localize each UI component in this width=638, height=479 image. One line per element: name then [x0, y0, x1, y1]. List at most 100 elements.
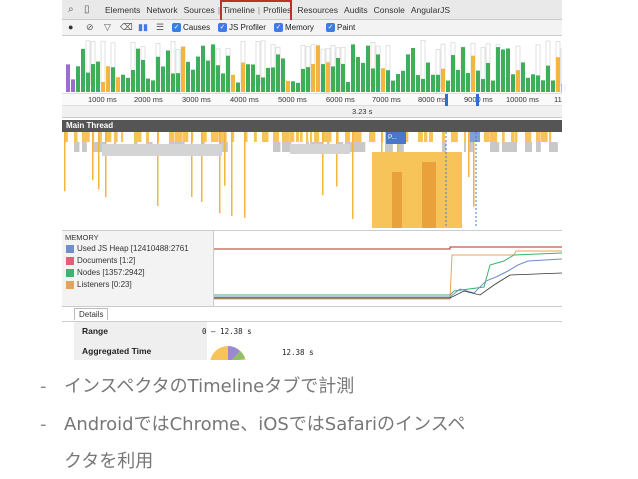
- overview-frame-outline: [420, 39, 426, 85]
- flame-spike: [244, 132, 246, 218]
- flame-block: [490, 142, 500, 152]
- overview-bar: [476, 70, 480, 92]
- flame-block: [183, 132, 189, 142]
- flame-long-task: [422, 162, 436, 228]
- legend-used-js-heap[interactable]: Used JS Heap [12410488:2761: [65, 243, 210, 255]
- memory-lines: [214, 246, 562, 300]
- selection-range-bar[interactable]: 3.23 s: [62, 106, 562, 118]
- aggregated-time-label: Aggregated Time: [82, 346, 152, 356]
- device-mode-icon[interactable]: ▯: [84, 4, 90, 15]
- clear-icon[interactable]: ⊘: [86, 22, 94, 33]
- trash-icon[interactable]: ⌫: [120, 22, 133, 33]
- flame-block: [290, 144, 350, 154]
- timeline-toolbar: ● ⊘ ▽ ⌫ ▮▮ ☰ Causes JS Profiler Memory P…: [62, 20, 562, 36]
- memory-checkbox[interactable]: Memory: [274, 23, 314, 33]
- legend-nodes[interactable]: Nodes [1357:2942]: [65, 267, 210, 279]
- overview-bar: [121, 74, 125, 92]
- overview-bar: [256, 74, 260, 92]
- flame-block: [74, 142, 80, 152]
- overview-bar: [541, 80, 545, 92]
- overview-bar: [441, 68, 445, 92]
- bullet-marker: -: [40, 414, 47, 435]
- paint-checkbox[interactable]: Paint: [326, 23, 355, 33]
- selection-right-handle[interactable]: [476, 94, 479, 106]
- overview-bar: [536, 75, 540, 92]
- legend-swatch: [66, 269, 74, 277]
- flame-block: [541, 132, 548, 142]
- overview-bar: [131, 69, 135, 92]
- memory-graph: [214, 231, 562, 307]
- bar-view-icon[interactable]: ▮▮: [138, 22, 148, 33]
- tab-network[interactable]: Network: [143, 0, 180, 20]
- overview-bar: [426, 62, 430, 92]
- overview-bar: [381, 68, 385, 92]
- overview-bar: [161, 66, 165, 92]
- flame-block: [175, 132, 183, 142]
- flame-spike: [105, 132, 107, 198]
- overview-bar: [276, 54, 280, 92]
- flame-block: [282, 142, 292, 152]
- overview-bar: [446, 80, 450, 92]
- overview-bar: [371, 68, 375, 92]
- flame-block: [273, 142, 281, 152]
- flame-spike: [64, 132, 66, 192]
- causes-checkbox[interactable]: Causes: [172, 23, 210, 33]
- tab-angularjs[interactable]: AngularJS: [408, 0, 453, 20]
- overview-bar: [401, 70, 405, 92]
- overview-bar: [431, 74, 435, 92]
- overview-bar: [361, 62, 365, 92]
- overview-bar: [406, 54, 410, 92]
- overview-bar: [471, 55, 475, 92]
- overview-bar: [176, 73, 180, 92]
- tab-console[interactable]: Console: [371, 0, 408, 20]
- filter-icon[interactable]: ▽: [104, 22, 111, 33]
- legend-label: Nodes [1357:2942]: [77, 268, 145, 277]
- tab-elements[interactable]: Elements: [102, 0, 143, 20]
- overview-bar: [301, 68, 305, 92]
- legend-swatch: [66, 245, 74, 253]
- overview-bar: [241, 62, 245, 92]
- flame-spike: [157, 132, 159, 206]
- overview-bar: [116, 77, 120, 92]
- ruler-tick: 4000 ms: [230, 95, 259, 104]
- overview-bar: [81, 48, 85, 92]
- overview-bar: [491, 80, 495, 92]
- overview-bar: [331, 66, 335, 92]
- selection-duration: 3.23 s: [352, 107, 373, 116]
- overview-bar: [466, 72, 470, 92]
- overview-bar: [511, 74, 515, 92]
- ruler-tick: 5000 ms: [278, 95, 307, 104]
- legend-label: Documents [1:2]: [77, 256, 136, 265]
- flame-event-label[interactable]: P...: [386, 132, 406, 144]
- tab-audits[interactable]: Audits: [341, 0, 371, 20]
- details-tab[interactable]: Details: [74, 308, 109, 320]
- flame-view-icon[interactable]: ☰: [156, 22, 164, 33]
- bullet-item: - インスペクタのTimelineタブで計測: [40, 372, 354, 398]
- overview-bar: [186, 61, 190, 92]
- timeline-overview[interactable]: [62, 36, 562, 94]
- js-profiler-checkbox[interactable]: JS Profiler: [218, 23, 266, 33]
- flame-block: [169, 132, 175, 142]
- main-thread-header[interactable]: Main Thread: [62, 120, 562, 132]
- overview-bar: [201, 45, 205, 92]
- flame-spike: [336, 132, 338, 187]
- tab-resources[interactable]: Resources: [294, 0, 341, 20]
- flame-spike: [191, 132, 193, 197]
- flame-block: [273, 132, 280, 142]
- legend-label: Listeners [0:23]: [77, 280, 132, 289]
- flame-block: [549, 132, 552, 142]
- tab-sources[interactable]: Sources: [181, 0, 218, 20]
- record-icon[interactable]: ●: [68, 22, 73, 32]
- overview-bar: [451, 55, 455, 92]
- flame-block: [442, 132, 445, 142]
- flame-block: [515, 132, 518, 142]
- flame-block: [470, 132, 480, 142]
- overview-bar: [321, 64, 325, 92]
- legend-listeners[interactable]: Listeners [0:23]: [65, 279, 210, 291]
- bullet-marker: -: [40, 376, 47, 397]
- inspect-icon[interactable]: ⌕: [68, 4, 74, 15]
- overview-bar: [336, 57, 340, 92]
- legend-documents[interactable]: Documents [1:2]: [65, 255, 210, 267]
- flame-chart[interactable]: P...: [62, 132, 562, 228]
- selection-left-handle[interactable]: [445, 94, 448, 106]
